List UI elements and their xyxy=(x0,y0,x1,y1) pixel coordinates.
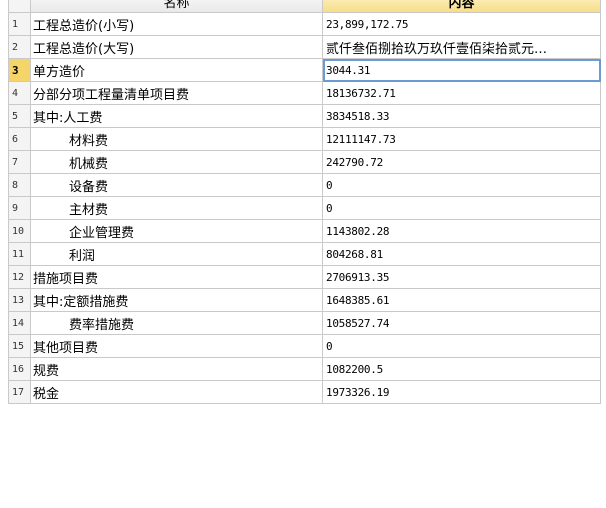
item-name-cell[interactable]: 工程总造价(大写) xyxy=(30,35,323,59)
row-number-header xyxy=(8,0,31,13)
item-value-cell[interactable]: 0 xyxy=(322,334,601,358)
item-name-cell[interactable]: 其中:人工费 xyxy=(30,104,323,128)
row-number[interactable]: 15 xyxy=(8,334,31,358)
item-value-cell[interactable]: 12111147.73 xyxy=(322,127,601,151)
table-row[interactable]: 12 措施项目费 2706913.35 xyxy=(8,265,601,289)
table-row[interactable]: 11 利润 804268.81 xyxy=(8,242,601,266)
item-value-cell[interactable]: 0 xyxy=(322,173,601,197)
row-number[interactable]: 11 xyxy=(8,242,31,266)
row-number[interactable]: 9 xyxy=(8,196,31,220)
row-number[interactable]: 7 xyxy=(8,150,31,174)
item-value-cell[interactable]: 1648385.61 xyxy=(322,288,601,312)
row-number[interactable]: 12 xyxy=(8,265,31,289)
table-row[interactable]: 7 机械费 242790.72 xyxy=(8,150,601,174)
row-number[interactable]: 17 xyxy=(8,380,31,404)
column-header-name[interactable]: 名称 xyxy=(30,0,323,13)
header-row: 名称 内容 xyxy=(8,0,601,13)
item-value-cell[interactable]: 贰仟叁佰捌拾玖万玖仟壹佰柒拾贰元… xyxy=(322,35,601,59)
table-row[interactable]: 6 材料费 12111147.73 xyxy=(8,127,601,151)
table-row[interactable]: 9 主材费 0 xyxy=(8,196,601,220)
column-header-value[interactable]: 内容 xyxy=(322,0,601,13)
item-value-cell[interactable]: 3834518.33 xyxy=(322,104,601,128)
item-name-cell[interactable]: 其中:定额措施费 xyxy=(30,288,323,312)
row-number[interactable]: 3 xyxy=(8,58,31,82)
row-number[interactable]: 16 xyxy=(8,357,31,381)
item-value-cell[interactable]: 23,899,172.75 xyxy=(322,12,601,36)
item-value-cell[interactable]: 804268.81 xyxy=(322,242,601,266)
item-name-cell[interactable]: 税金 xyxy=(30,380,323,404)
row-number[interactable]: 8 xyxy=(8,173,31,197)
table-row[interactable]: 5 其中:人工费 3834518.33 xyxy=(8,104,601,128)
item-name-cell[interactable]: 工程总造价(小写) xyxy=(30,12,323,36)
row-number[interactable]: 5 xyxy=(8,104,31,128)
row-number[interactable]: 1 xyxy=(8,12,31,36)
cost-summary-table: 名称 内容 1 工程总造价(小写) 23,899,172.75 2 工程总造价(大写) 贰… xyxy=(8,0,601,404)
item-value-cell[interactable]: 3044.31 xyxy=(322,58,601,82)
item-value-cell[interactable]: 1082200.5 xyxy=(322,357,601,381)
table-row[interactable]: 16 规费 1082200.5 xyxy=(8,357,601,381)
item-name-cell[interactable]: 措施项目费 xyxy=(30,265,323,289)
table-row[interactable]: 8 设备费 0 xyxy=(8,173,601,197)
item-name-cell[interactable]: 企业管理费 xyxy=(30,219,323,243)
table-row[interactable]: 17 税金 1973326.19 xyxy=(8,380,601,404)
item-name-cell[interactable]: 单方造价 xyxy=(30,58,323,82)
item-name-cell[interactable]: 分部分项工程量清单项目费 xyxy=(30,81,323,105)
item-value-cell[interactable]: 242790.72 xyxy=(322,150,601,174)
row-number[interactable]: 2 xyxy=(8,35,31,59)
row-number[interactable]: 6 xyxy=(8,127,31,151)
item-value-cell[interactable]: 0 xyxy=(322,196,601,220)
table-row[interactable]: 1 工程总造价(小写) 23,899,172.75 xyxy=(8,12,601,36)
item-name-cell[interactable]: 设备费 xyxy=(30,173,323,197)
table-row[interactable]: 3 单方造价 3044.31 xyxy=(8,58,601,82)
row-number[interactable]: 13 xyxy=(8,288,31,312)
item-value-cell[interactable]: 1973326.19 xyxy=(322,380,601,404)
item-name-cell[interactable]: 机械费 xyxy=(30,150,323,174)
table-row[interactable]: 10 企业管理费 1143802.28 xyxy=(8,219,601,243)
row-number[interactable]: 10 xyxy=(8,219,31,243)
item-name-cell[interactable]: 费率措施费 xyxy=(30,311,323,335)
table-row[interactable]: 13 其中:定额措施费 1648385.61 xyxy=(8,288,601,312)
row-number[interactable]: 4 xyxy=(8,81,31,105)
item-name-cell[interactable]: 其他项目费 xyxy=(30,334,323,358)
item-value-cell[interactable]: 2706913.35 xyxy=(322,265,601,289)
table-row[interactable]: 4 分部分项工程量清单项目费 18136732.71 xyxy=(8,81,601,105)
row-number[interactable]: 14 xyxy=(8,311,31,335)
item-value-cell[interactable]: 18136732.71 xyxy=(322,81,601,105)
item-name-cell[interactable]: 利润 xyxy=(30,242,323,266)
table-row[interactable]: 2 工程总造价(大写) 贰仟叁佰捌拾玖万玖仟壹佰柒拾贰元… xyxy=(8,35,601,59)
item-name-cell[interactable]: 材料费 xyxy=(30,127,323,151)
item-name-cell[interactable]: 主材费 xyxy=(30,196,323,220)
table-row[interactable]: 14 费率措施费 1058527.74 xyxy=(8,311,601,335)
item-value-cell[interactable]: 1058527.74 xyxy=(322,311,601,335)
item-name-cell[interactable]: 规费 xyxy=(30,357,323,381)
table-row[interactable]: 15 其他项目费 0 xyxy=(8,334,601,358)
item-value-cell[interactable]: 1143802.28 xyxy=(322,219,601,243)
